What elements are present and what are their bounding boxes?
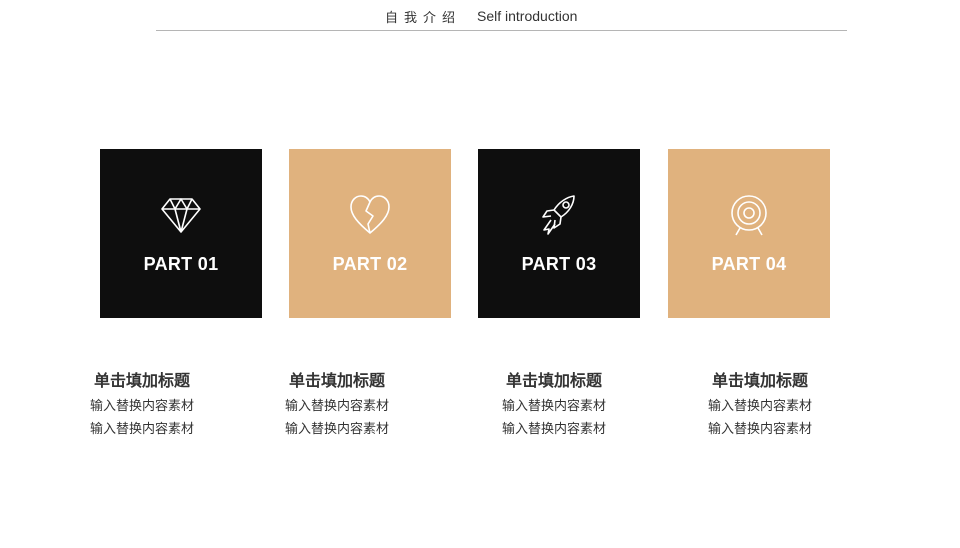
caption-text[interactable]: 输入替换内容素材 [690,417,830,440]
target-icon [729,193,769,237]
part-card-01[interactable]: PART 01 [100,149,262,318]
part-label: PART 03 [521,254,597,274]
diamond-icon [161,193,201,237]
part-label: PART 04 [711,254,787,274]
title-chinese: 自我介绍 [385,10,462,25]
part-card-03[interactable]: PART 03 [478,149,640,318]
caption-text[interactable]: 输入替换内容素材 [484,417,624,440]
title-english: Self introduction [477,8,578,24]
caption-title[interactable]: 单击填加标题 [267,372,407,394]
caption-text[interactable]: 输入替换内容素材 [72,394,212,417]
caption-block-02: 单击填加标题 输入替换内容素材 输入替换内容素材 [267,372,407,440]
caption-text[interactable]: 输入替换内容素材 [484,394,624,417]
part-label: PART 02 [332,254,408,274]
rocket-icon [539,193,579,237]
caption-title[interactable]: 单击填加标题 [484,372,624,394]
slide-header: 自我介绍 Self introduction [0,0,960,32]
caption-title[interactable]: 单击填加标题 [72,372,212,394]
caption-block-04: 单击填加标题 输入替换内容素材 输入替换内容素材 [690,372,830,440]
part-card-04[interactable]: PART 04 [668,149,830,318]
part-card-02[interactable]: PART 02 [289,149,451,318]
caption-block-01: 单击填加标题 输入替换内容素材 输入替换内容素材 [72,372,212,440]
caption-text[interactable]: 输入替换内容素材 [267,394,407,417]
caption-text[interactable]: 输入替换内容素材 [690,394,830,417]
header-divider [156,30,847,31]
broken-heart-icon [350,193,390,237]
caption-title[interactable]: 单击填加标题 [690,372,830,394]
part-label: PART 01 [143,254,219,274]
caption-block-03: 单击填加标题 输入替换内容素材 输入替换内容素材 [484,372,624,440]
caption-text[interactable]: 输入替换内容素材 [72,417,212,440]
caption-text[interactable]: 输入替换内容素材 [267,417,407,440]
